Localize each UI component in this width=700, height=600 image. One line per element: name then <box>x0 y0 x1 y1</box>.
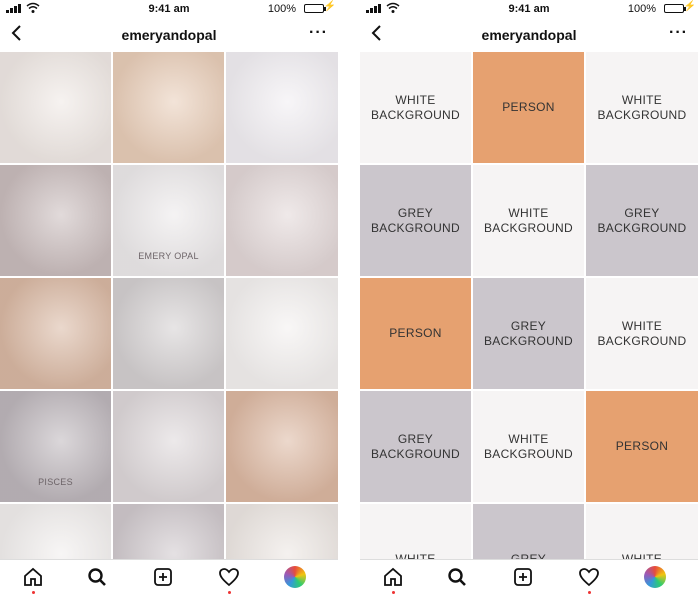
heart-icon[interactable] <box>218 566 242 594</box>
profile-avatar-icon[interactable] <box>284 566 308 590</box>
cell-label: WHITE BACKGROUND <box>370 92 460 122</box>
grid-cell-person[interactable]: PERSON <box>360 278 471 389</box>
cell-label: GREY BACKGROUND <box>370 431 460 461</box>
profile-username: emeryandopal <box>481 27 577 43</box>
phone-screen-labeled: 9:41 am 100% ⚡ emeryandopal ··· WHITE BA… <box>360 0 698 600</box>
heart-icon[interactable] <box>578 566 602 594</box>
avatar <box>644 566 666 588</box>
cell-label: WHITE <box>395 552 436 560</box>
grid-photo-rings-pearls[interactable] <box>0 165 111 276</box>
cell-label: PERSON <box>502 100 555 114</box>
cell-label: GREY BACKGROUND <box>597 205 687 235</box>
battery-icon <box>664 4 684 13</box>
search-icon[interactable] <box>446 566 470 590</box>
grid-photo-necklace-moon-star[interactable] <box>0 52 111 163</box>
grid-cell-grey[interactable]: GREY BACKGROUND <box>360 165 471 276</box>
grid-cell-white[interactable]: WHITE BACKGROUND <box>473 391 584 502</box>
grid-photo-necklace-pendant-person[interactable] <box>113 52 224 163</box>
grid-photo-rings-marble[interactable] <box>113 391 224 502</box>
grid-cell-white[interactable]: WHITE BACKGROUND <box>586 52 698 163</box>
battery-icon <box>304 4 324 13</box>
search-icon[interactable] <box>86 566 110 590</box>
bottom-nav <box>360 559 698 600</box>
grid-photo-necklace-person-neck[interactable] <box>0 278 111 389</box>
bottom-nav <box>0 559 338 600</box>
profile-header: emeryandopal ··· <box>0 22 338 50</box>
grid-cell-white[interactable]: WHITE BACKGROUND <box>473 165 584 276</box>
grid-photo-gift-box[interactable] <box>113 504 224 560</box>
notification-dot <box>228 591 231 594</box>
cell-label: PERSON <box>389 326 442 340</box>
grid-cell-grey[interactable]: GREY BACKGROUND <box>473 278 584 389</box>
profile-header: emeryandopal ··· <box>360 22 698 50</box>
add-post-icon[interactable] <box>152 566 176 590</box>
profile-avatar-icon[interactable] <box>644 566 668 590</box>
status-bar: 9:41 am 100% ⚡ <box>360 0 698 18</box>
grid-cell-grey[interactable]: GREY <box>473 504 584 560</box>
grid-photo-necklace-bottom-1[interactable] <box>0 504 111 560</box>
grid-cell-white[interactable]: WHITE <box>360 504 471 560</box>
more-options-icon[interactable]: ··· <box>309 24 328 42</box>
charging-icon: ⚡ <box>683 1 696 12</box>
grid-cell-grey[interactable]: GREY BACKGROUND <box>586 165 698 276</box>
grid-cell-person[interactable]: PERSON <box>473 52 584 163</box>
grid-cell-white[interactable]: WHITE <box>586 504 698 560</box>
cell-label: WHITE BACKGROUND <box>483 431 573 461</box>
charging-icon: ⚡ <box>323 1 336 12</box>
grid-cell-person[interactable]: PERSON <box>586 391 698 502</box>
photo-grid: EMERY OPAL PISCES <box>0 52 338 560</box>
grid-photo-bar-necklaces[interactable] <box>226 165 338 276</box>
cell-label: WHITE <box>621 552 663 560</box>
notification-dot <box>32 591 35 594</box>
photo-caption: EMERY OPAL <box>138 250 199 261</box>
cell-label: PERSON <box>615 439 669 453</box>
profile-username: emeryandopal <box>121 27 217 43</box>
cell-label: WHITE BACKGROUND <box>483 205 573 235</box>
grid-photo-chain-necklaces[interactable] <box>226 278 338 389</box>
status-bar: 9:41 am 100% ⚡ <box>0 0 338 18</box>
grid-photo-emery-opal-cards[interactable]: EMERY OPAL <box>113 165 224 276</box>
add-post-icon[interactable] <box>512 566 536 590</box>
grid-photo-bar-pendant-marble[interactable] <box>113 278 224 389</box>
grid-photo-pisces-card[interactable]: PISCES <box>0 391 111 502</box>
labeled-photo-grid: WHITE BACKGROUND PERSON WHITE BACKGROUND GR… <box>360 52 698 560</box>
notification-dot <box>588 591 591 594</box>
cell-label: WHITE BACKGROUND <box>597 318 687 348</box>
photo-caption: PISCES <box>38 476 73 487</box>
phone-screen-original: 9:41 am 100% ⚡ emeryandopal ··· EMERY OP… <box>0 0 338 600</box>
more-options-icon[interactable]: ··· <box>669 24 688 42</box>
cell-label: GREY BACKGROUND <box>483 318 573 348</box>
home-icon[interactable] <box>382 566 406 594</box>
battery-percent: 100% <box>627 3 656 15</box>
grid-cell-white[interactable]: WHITE BACKGROUND <box>586 278 698 389</box>
battery-percent: 100% <box>267 3 296 15</box>
cell-label: WHITE BACKGROUND <box>597 92 687 122</box>
grid-photo-star-necklace-person[interactable] <box>226 391 338 502</box>
avatar <box>284 566 306 588</box>
grid-photo-necklace-bottom-3[interactable] <box>226 504 338 560</box>
home-icon[interactable] <box>22 566 46 594</box>
cell-label: GREY BACKGROUND <box>370 205 460 235</box>
notification-dot <box>392 591 395 594</box>
grid-photo-amethyst-crystals[interactable] <box>226 52 338 163</box>
grid-cell-grey[interactable]: GREY BACKGROUND <box>360 391 471 502</box>
cell-label: GREY <box>510 552 547 560</box>
grid-cell-white[interactable]: WHITE BACKGROUND <box>360 52 471 163</box>
